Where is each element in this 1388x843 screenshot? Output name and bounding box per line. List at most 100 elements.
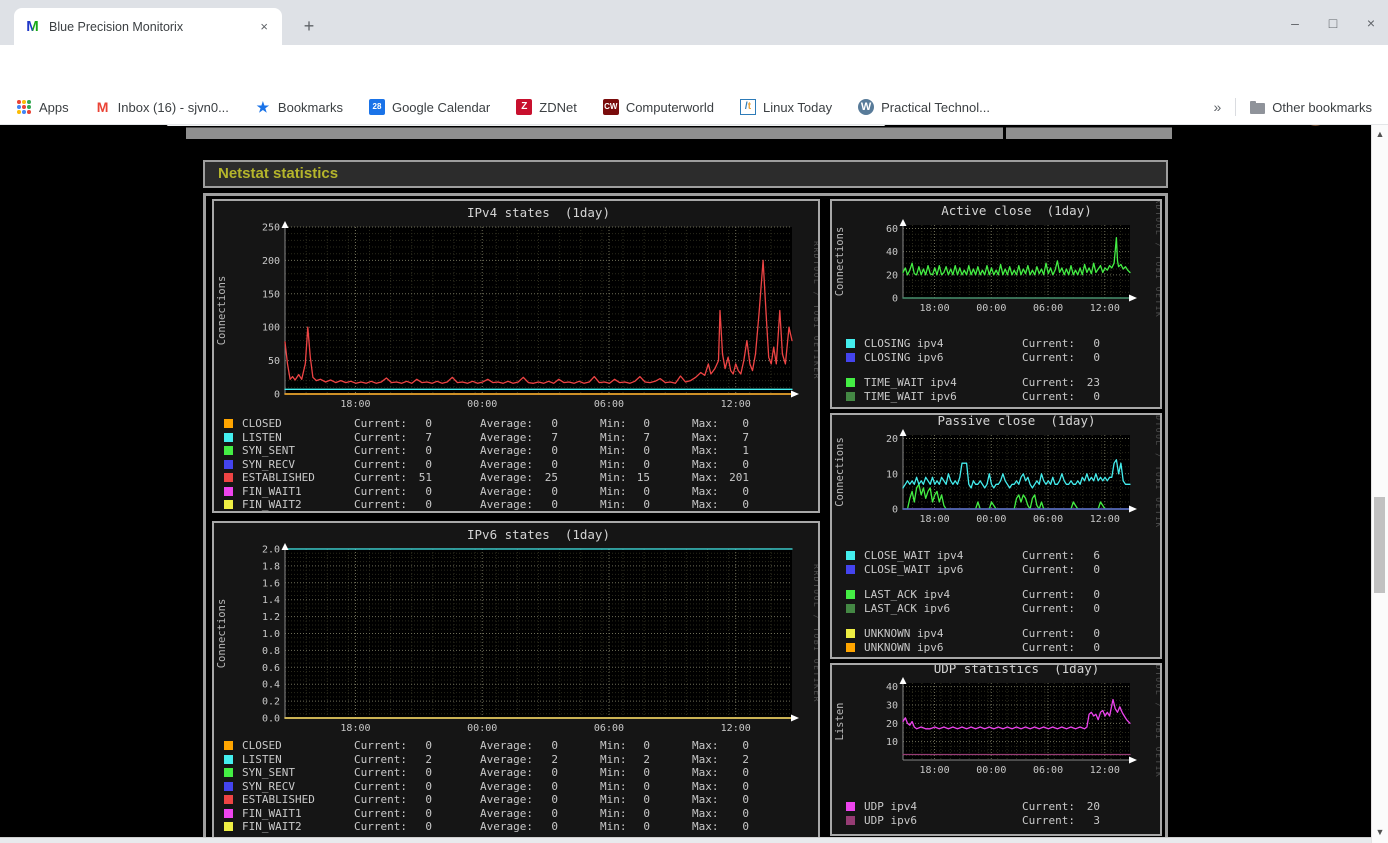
legend-stat-value: 0 <box>425 417 432 430</box>
svg-text:1.8: 1.8 <box>262 561 280 572</box>
legend-swatch <box>846 815 855 825</box>
legend-row: ESTABLISHED Current: 0 Average: 0 Min: 0 Max: 0 <box>214 793 818 807</box>
ipv4-states-panel: 0 50 100 150 200 250 18:00 00:00 06:00 12:00 IPv4 … <box>212 199 820 513</box>
legend-stat-label: Average: <box>480 739 533 752</box>
legend-stat-value: 0 <box>425 779 432 793</box>
svg-text:0: 0 <box>274 390 280 401</box>
legend-stat-value: 0 <box>551 457 558 471</box>
legend-stat-label: Min: <box>600 752 627 766</box>
legend-stat-value: 0 <box>742 457 749 471</box>
legend-stat-label: Average: <box>480 457 533 471</box>
legend-stat-value: 0 <box>643 457 650 471</box>
ipv6-states-legend: CLOSED Current: 0 Average: 0 Min: 0 Max: 0 LISTEN… <box>214 739 818 834</box>
legend-stat-label: Max: <box>692 806 719 820</box>
graphs-container: 0 50 100 150 200 250 18:00 00:00 06:00 12:00 IPv4 … <box>203 193 1168 843</box>
vertical-scrollbar[interactable] <box>1371 125 1388 843</box>
legend-swatch <box>224 754 233 764</box>
legend-row: FIN_WAIT2 Current: 0 Average: 0 Min: 0 Max: 0 <box>214 498 818 511</box>
bookmark-computerworld[interactable]: CW Computerworld <box>602 99 714 115</box>
legend-stat-label: Average: <box>480 752 533 766</box>
minimize-button[interactable]: – <box>1280 12 1310 34</box>
legend-stat-label: Max: <box>692 793 719 806</box>
legend-stat-value: 7 <box>551 430 558 444</box>
folder-icon <box>1250 101 1266 114</box>
bookmark-inbox[interactable]: M Inbox (16) - sjvn0... <box>95 99 229 115</box>
legend-stat-label: Min: <box>600 417 627 430</box>
scroll-up-icon[interactable]: ▲ <box>1375 129 1385 139</box>
new-tab-button[interactable]: + <box>296 14 322 40</box>
legend-stat-value: 3 <box>1093 813 1100 827</box>
legend-stat-value: 1 <box>742 444 749 457</box>
legend-stat-value: 7 <box>742 430 749 444</box>
svg-text:UDP statistics (1day): UDP statistics (1day) <box>934 665 1100 676</box>
bookmark-linux-today[interactable]: /t Linux Today <box>739 99 833 115</box>
tab-title: Blue Precision Monitorix <box>49 19 184 34</box>
legend-series-name: LAST_ACK ipv6 <box>864 601 951 615</box>
legend-stat-value: 0 <box>742 779 749 793</box>
svg-text:50: 50 <box>268 356 280 367</box>
legend-stat-label: Average: <box>480 806 533 820</box>
legend-swatch <box>224 500 233 509</box>
other-bookmarks[interactable]: Other bookmarks <box>1250 100 1372 115</box>
svg-text:250: 250 <box>262 223 280 234</box>
legend-stat-label: Current: <box>1022 627 1075 640</box>
legend-stat-value: 201 <box>729 471 749 484</box>
legend-stat-label: Average: <box>480 417 533 430</box>
scroll-down-icon[interactable]: ▼ <box>1375 827 1385 837</box>
browser-tab[interactable]: M Blue Precision Monitorix × <box>14 8 282 45</box>
svg-text:2.0: 2.0 <box>262 545 280 556</box>
window-close-button[interactable]: × <box>1356 12 1386 34</box>
legend-row: CLOSED Current: 0 Average: 0 Min: 0 Max: 0 <box>214 739 818 753</box>
graphs-column-left: 0 50 100 150 200 250 18:00 00:00 06:00 12:00 IPv4 … <box>212 199 820 843</box>
bookmarks-overflow-icon[interactable]: » <box>1214 99 1222 115</box>
legend-stat-label: Current: <box>1022 376 1075 389</box>
bookmark-label: ZDNet <box>539 99 577 115</box>
svg-text:0: 0 <box>892 505 898 516</box>
legend-row: CLOSE_WAIT ipv6 Current: 0 <box>832 563 1160 577</box>
tab-close-icon[interactable]: × <box>256 17 272 36</box>
legend-swatch <box>846 378 855 387</box>
scrollbar-thumb[interactable] <box>1374 497 1385 593</box>
bookmarks-divider <box>1235 98 1237 116</box>
legend-swatch <box>224 822 233 831</box>
legend-stat-label: Max: <box>692 779 719 793</box>
svg-text:18:00: 18:00 <box>340 399 370 410</box>
legend-row: CLOSED Current: 0 Average: 0 Min: 0 Max: 0 <box>214 417 818 431</box>
svg-text:12:00: 12:00 <box>1090 514 1120 525</box>
svg-text:1.4: 1.4 <box>262 595 280 606</box>
legend-stat-label: Average: <box>480 766 533 779</box>
legend-stat-value: 0 <box>742 417 749 430</box>
legend-stat-label: Max: <box>692 417 719 430</box>
maximize-button[interactable]: □ <box>1318 12 1348 34</box>
bookmark-label: Linux Today <box>762 99 833 115</box>
legend-stat-value: 0 <box>551 417 558 430</box>
bookmark-google-calendar[interactable]: 28 Google Calendar <box>368 99 490 115</box>
bookmark-practical-technology[interactable]: W Practical Technol... <box>858 99 990 115</box>
legend-row: FIN_WAIT1 Current: 0 Average: 0 Min: 0 Max: 0 <box>214 485 818 499</box>
apps-icon <box>17 100 31 114</box>
legend-stat-label: Average: <box>480 498 533 511</box>
bookmark-apps[interactable]: Apps <box>16 99 69 115</box>
legend-stat-value: 0 <box>643 484 650 498</box>
legend-stat-value: 0 <box>551 739 558 752</box>
bookmark-zdnet[interactable]: Z ZDNet <box>516 99 577 115</box>
legend-stat-value: 0 <box>1093 337 1100 350</box>
legend-stat-value: 0 <box>742 739 749 752</box>
legend-stat-label: Min: <box>600 444 627 457</box>
legend-swatch <box>846 603 855 613</box>
legend-stat-label: Current: <box>1022 588 1075 601</box>
legend-stat-label: Current: <box>1022 813 1075 827</box>
legend-series-name: FIN_WAIT2 <box>242 498 302 511</box>
svg-text:00:00: 00:00 <box>976 303 1006 314</box>
active-close-panel: 0 20 40 60 18:00 00:00 06:00 12:00 Active close … <box>830 199 1162 409</box>
bookmark-bookmarks[interactable]: ★ Bookmarks <box>255 99 343 115</box>
bookmarks-bar: Apps M Inbox (16) - sjvn0... ★ Bookmarks 28 Go… <box>0 90 1388 125</box>
legend-stat-label: Max: <box>692 457 719 471</box>
legend-stat-label: Min: <box>600 820 627 833</box>
legend-swatch <box>224 459 233 469</box>
practical-technology-icon: W <box>858 99 875 115</box>
svg-text:00:00: 00:00 <box>976 514 1006 525</box>
legend-swatch <box>846 352 855 362</box>
legend-stat-label: Max: <box>692 739 719 752</box>
legend-stat-label: Min: <box>600 779 627 793</box>
